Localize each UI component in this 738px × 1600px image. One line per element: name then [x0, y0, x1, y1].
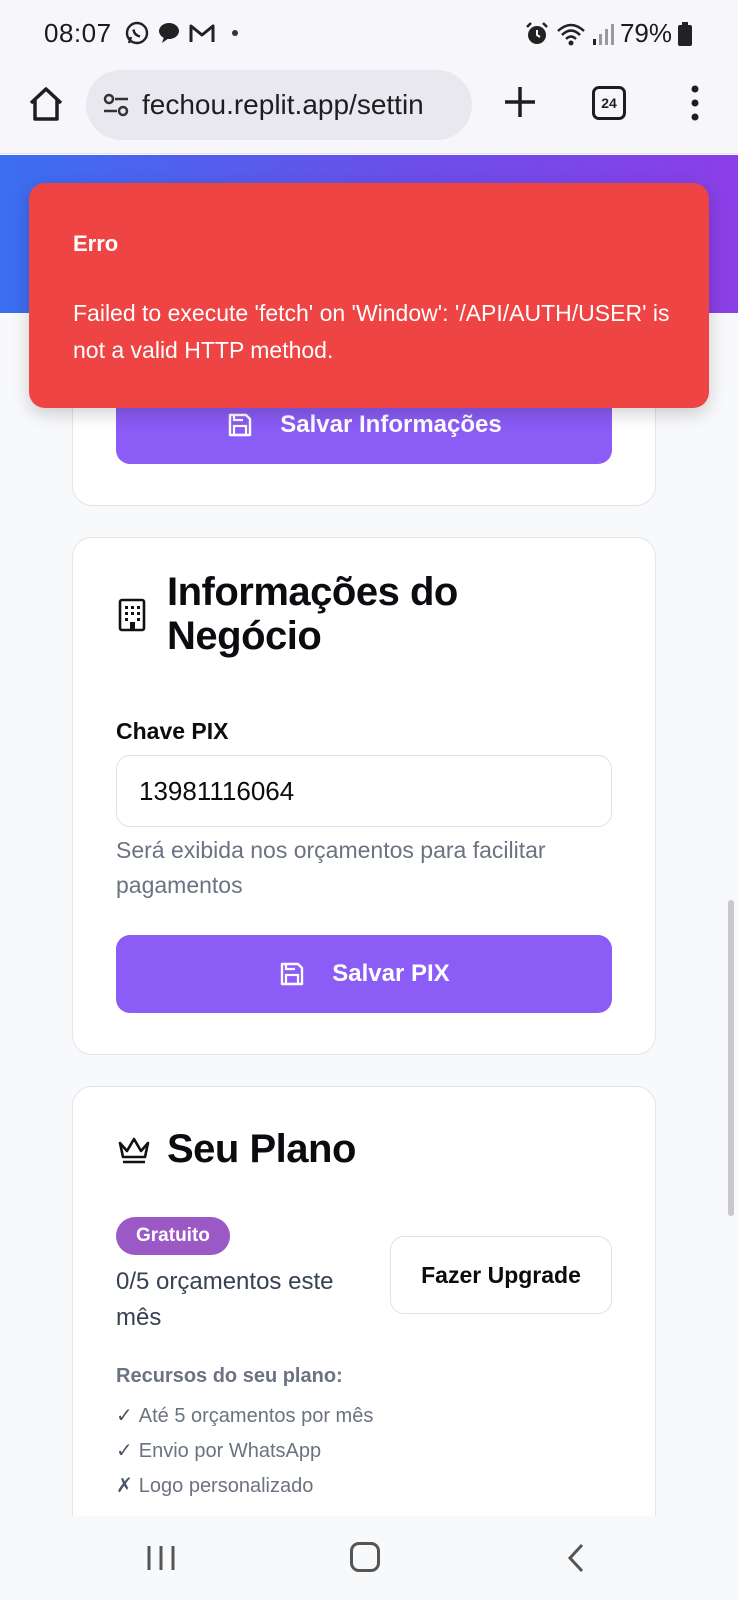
recent-apps-icon[interactable] — [146, 1544, 176, 1572]
save-info-label: Salvar Informações — [280, 411, 502, 438]
business-info-title: Informações do Negócio — [167, 570, 458, 658]
features-list: ✓ Até 5 orçamentos por mês ✓ Envio por Wha… — [116, 1399, 373, 1504]
more-notifications-dot — [232, 30, 238, 36]
whatsapp-icon — [125, 21, 149, 45]
feature-item: ✓ Envio por WhatsApp — [116, 1434, 373, 1469]
gmail-icon — [189, 24, 215, 42]
notification-icons — [124, 20, 238, 46]
upgrade-button[interactable]: Fazer Upgrade — [390, 1236, 612, 1314]
browser-toolbar: fechou.replit.app/settin 24 — [0, 68, 738, 154]
chat-icon — [159, 23, 179, 43]
feature-item: ✗ Logo personalizado — [116, 1469, 373, 1504]
save-pix-label: Salvar PIX — [332, 960, 450, 987]
toast-message: Failed to execute 'fetch' on 'Window': '… — [73, 300, 670, 363]
back-icon[interactable] — [566, 1542, 586, 1574]
save-icon — [281, 962, 304, 986]
business-info-card: Informações do Negócio Chave PIX 1398111… — [72, 537, 656, 1055]
feature-text: Envio por WhatsApp — [138, 1440, 322, 1462]
plan-badge: Gratuito — [116, 1217, 230, 1255]
crown-icon — [118, 1137, 150, 1164]
plan-usage: 0/5 orçamentos este mês — [116, 1268, 334, 1331]
status-time: 08:07 — [44, 18, 112, 48]
toast-title: Erro — [73, 231, 119, 256]
building-icon — [118, 598, 146, 632]
alarm-icon — [526, 21, 548, 44]
home-icon[interactable] — [26, 84, 66, 124]
save-pix-button[interactable]: Salvar PIX — [116, 935, 612, 1013]
signal-icon — [592, 23, 614, 45]
system-nav-bar — [0, 1516, 738, 1600]
new-tab-icon[interactable] — [502, 84, 538, 120]
save-icon — [229, 413, 252, 437]
wifi-icon — [557, 23, 585, 45]
plan-title: Seu Plano — [167, 1127, 356, 1171]
check-icon: ✓ — [116, 1440, 133, 1462]
battery-percent: 79% — [619, 18, 672, 48]
error-toast[interactable]: Erro Failed to execute 'fetch' on 'Windo… — [29, 183, 709, 408]
home-nav-icon[interactable] — [350, 1542, 380, 1572]
battery-icon — [678, 21, 692, 46]
system-icons: 79% — [524, 18, 692, 49]
url-text[interactable]: fechou.replit.app/settin — [142, 89, 424, 121]
feature-text: Logo personalizado — [138, 1475, 314, 1497]
address-bar[interactable]: fechou.replit.app/settin — [86, 70, 472, 140]
more-menu-icon[interactable] — [688, 84, 702, 122]
status-bar: 08:07 79% — [0, 0, 738, 68]
site-settings-icon[interactable] — [100, 89, 132, 121]
feature-text: Até 5 orçamentos por mês — [138, 1405, 374, 1427]
feature-item: ✓ Até 5 orçamentos por mês — [116, 1399, 373, 1434]
pix-label: Chave PIX — [116, 718, 229, 744]
pix-input[interactable]: 13981116064 — [116, 755, 612, 827]
pix-help-text: Será exibida nos orçamentos para facilit… — [116, 837, 546, 898]
features-heading: Recursos do seu plano: — [116, 1365, 343, 1387]
check-icon: ✓ — [116, 1405, 133, 1427]
page-scrollbar[interactable] — [728, 900, 734, 1216]
tab-switcher-button[interactable]: 24 — [592, 86, 626, 120]
cross-icon: ✗ — [116, 1475, 133, 1497]
